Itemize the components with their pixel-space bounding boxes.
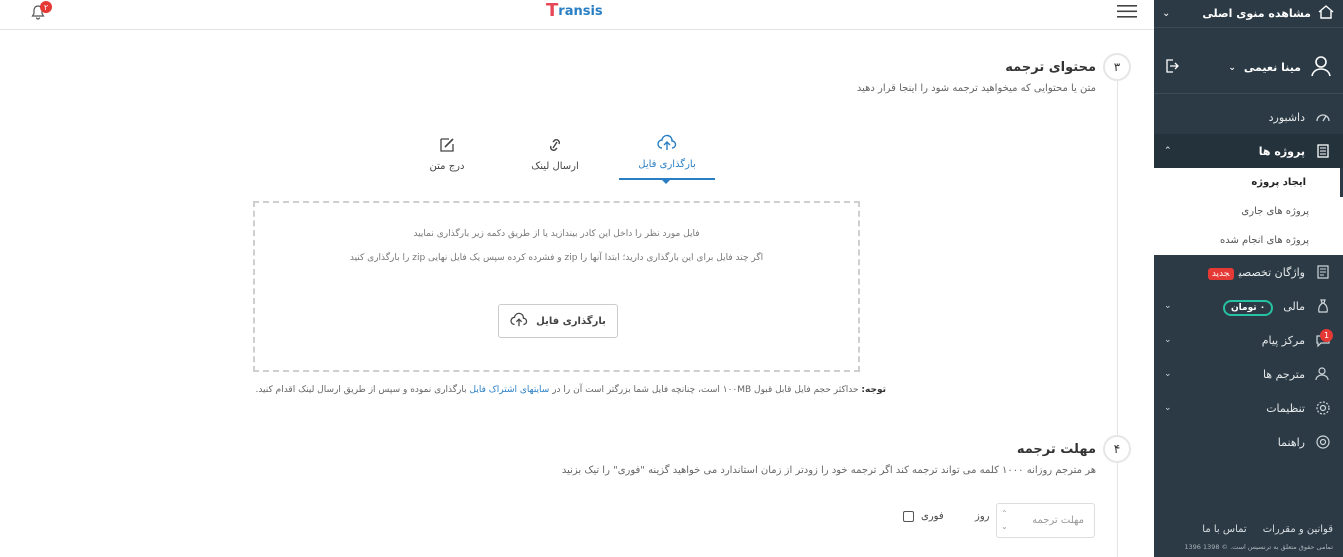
sidebar-item-messages[interactable]: 1 مرکز پیام ⌄ bbox=[1154, 323, 1343, 357]
chevron-down-icon[interactable]: ⌄ bbox=[1001, 520, 1008, 533]
help-icon bbox=[1313, 434, 1333, 450]
sidebar-menu-rest: واژگان تخصصی جدید مالی ۰ تومان ⌄ 1 مرکز پی… bbox=[1154, 255, 1343, 459]
step-number-3: ۳ bbox=[1103, 53, 1131, 81]
section-title-deadline: مهلت ترجمه bbox=[1016, 442, 1096, 457]
dashboard-icon bbox=[1313, 109, 1333, 125]
sidebar: مشاهده منوی اصلی ⌄ مینا نعیمی ⌄ داشبورد … bbox=[1154, 0, 1343, 557]
sidebar-item-help[interactable]: راهنما bbox=[1154, 425, 1343, 459]
user-avatar-icon bbox=[1309, 54, 1333, 81]
cloud-upload-icon bbox=[657, 134, 677, 155]
submenu-completed-projects[interactable]: پروژه های انجام شده bbox=[1154, 226, 1343, 255]
gear-icon bbox=[1313, 400, 1333, 416]
sidebar-item-projects[interactable]: پروژه ها ⌃ bbox=[1154, 134, 1343, 168]
logo-letter: T bbox=[546, 0, 559, 21]
section-title-content: محتوای ترجمه bbox=[1005, 60, 1096, 75]
sidebar-menu: داشبورد پروژه ها ⌃ bbox=[1154, 100, 1343, 168]
link-icon bbox=[545, 136, 565, 157]
sidebar-item-label: داشبورد bbox=[1268, 110, 1305, 124]
sidebar-item-label: راهنما bbox=[1277, 435, 1305, 449]
edit-icon bbox=[437, 136, 457, 157]
sidebar-item-glossary[interactable]: واژگان تخصصی جدید bbox=[1154, 255, 1343, 289]
file-sharing-sites-link[interactable]: سایتهای اشتراک فایل bbox=[470, 385, 550, 395]
upload-file-button[interactable]: بارگذاری فایل bbox=[498, 304, 618, 338]
chevron-up-icon[interactable]: ⌃ bbox=[1001, 507, 1008, 520]
deadline-placeholder: مهلت ترجمه bbox=[1032, 515, 1084, 526]
chevron-down-icon: ⌄ bbox=[1162, 8, 1171, 19]
dropzone-instruction-1: فایل مورد نظر را داخل این کادر بیندازید … bbox=[413, 229, 700, 239]
chevron-down-icon: ⌄ bbox=[1164, 335, 1172, 345]
submenu-current-projects[interactable]: پروژه های جاری bbox=[1154, 197, 1343, 226]
upload-button-label: بارگذاری فایل bbox=[536, 315, 606, 327]
sidebar-item-label: مالی bbox=[1283, 299, 1305, 313]
tab-label: ارسال لینک bbox=[531, 161, 579, 172]
chevron-up-icon: ⌃ bbox=[1164, 146, 1172, 156]
number-stepper[interactable]: ⌃ ⌄ bbox=[1001, 507, 1008, 533]
tab-send-link[interactable]: ارسال لینک bbox=[507, 128, 603, 180]
urgent-label: فوری bbox=[921, 511, 944, 522]
tab-insert-text[interactable]: درج متن bbox=[399, 128, 495, 180]
timeline-line bbox=[1117, 66, 1118, 557]
list-icon bbox=[1313, 264, 1333, 280]
home-icon bbox=[1317, 3, 1335, 24]
note-label: توجه: bbox=[861, 385, 886, 395]
top-header: ۲ T ransis bbox=[0, 0, 1154, 30]
sidebar-item-finance[interactable]: مالی ۰ تومان ⌄ bbox=[1154, 289, 1343, 323]
content-tabs: بارگذاری فایل ارسال لینک درج متن bbox=[410, 128, 716, 184]
note-text-1: حداکثر حجم فایل قابل قبول ۱۰۰MB است، چنا… bbox=[552, 385, 859, 395]
dropzone-instruction-2: اگر چند فایل برای این بارگذاری دارید؛ اب… bbox=[349, 253, 764, 263]
step-number-4: ۴ bbox=[1103, 435, 1131, 463]
money-bag-icon bbox=[1313, 298, 1333, 314]
tab-label: بارگذاری فایل bbox=[638, 159, 696, 170]
sidebar-item-label: تنظیمات bbox=[1266, 401, 1305, 415]
tab-file-upload[interactable]: بارگذاری فایل bbox=[619, 128, 715, 184]
logout-icon[interactable] bbox=[1164, 58, 1180, 78]
new-badge: جدید bbox=[1207, 267, 1234, 280]
sidebar-footer: قوانین و مقررات تماس با ما تمامی حقوق مت… bbox=[1154, 518, 1343, 557]
tab-label: درج متن bbox=[429, 161, 465, 172]
section-subtitle-content: متن یا محتوایی که میخواهید ترجمه شود را … bbox=[856, 83, 1096, 94]
document-icon bbox=[1313, 143, 1333, 159]
projects-submenu: ایجاد پروژه پروژه های جاری پروژه های انج… bbox=[1154, 168, 1343, 255]
sidebar-item-label: مترجم ها bbox=[1262, 367, 1305, 381]
users-icon bbox=[1313, 366, 1333, 382]
sidebar-item-label: مرکز پیام bbox=[1261, 333, 1305, 347]
file-size-note: توجه: حداکثر حجم فایل قابل قبول ۱۰۰MB اس… bbox=[255, 385, 886, 395]
user-name: مینا نعیمی bbox=[1243, 61, 1301, 74]
main-content: ۳ محتوای ترجمه متن یا محتوایی که میخواهی… bbox=[0, 31, 1154, 557]
message-count-badge: 1 bbox=[1320, 329, 1333, 342]
contact-link[interactable]: تماس با ما bbox=[1202, 524, 1246, 535]
copyright-text: تمامی حقوق متعلق به ترنسیس است. © 1398 1… bbox=[1184, 543, 1333, 551]
note-text-2: بارگذاری نموده و سپس از طریق ارسال لینک … bbox=[255, 385, 467, 395]
main-menu-label: مشاهده منوی اصلی bbox=[1202, 7, 1311, 20]
notification-badge: ۲ bbox=[40, 1, 52, 13]
transis-logo[interactable]: T ransis bbox=[546, 2, 603, 20]
chevron-down-icon: ⌄ bbox=[1228, 62, 1236, 73]
hamburger-menu-icon[interactable] bbox=[1117, 3, 1137, 23]
terms-link[interactable]: قوانین و مقررات bbox=[1263, 524, 1333, 535]
balance-badge: ۰ تومان bbox=[1222, 299, 1274, 316]
deadline-unit: روز bbox=[975, 511, 990, 522]
sidebar-item-translators[interactable]: مترجم ها ⌄ bbox=[1154, 357, 1343, 391]
chevron-down-icon: ⌄ bbox=[1164, 301, 1172, 311]
section-subtitle-deadline: هر مترجم روزانه ۱۰۰۰ کلمه می تواند ترجمه… bbox=[561, 465, 1096, 476]
user-profile[interactable]: مینا نعیمی ⌄ bbox=[1154, 42, 1343, 94]
sidebar-item-label: واژگان تخصصی bbox=[1238, 265, 1305, 279]
logo-text: ransis bbox=[558, 4, 603, 19]
submenu-create-project[interactable]: ایجاد پروژه bbox=[1154, 168, 1343, 197]
cloud-upload-icon bbox=[510, 312, 528, 331]
sidebar-item-settings[interactable]: تنظیمات ⌄ bbox=[1154, 391, 1343, 425]
sidebar-item-label: پروژه ها bbox=[1258, 144, 1305, 158]
active-tab-indicator bbox=[661, 179, 671, 184]
main-menu-link[interactable]: مشاهده منوی اصلی ⌄ bbox=[1154, 0, 1343, 28]
chevron-down-icon: ⌄ bbox=[1164, 369, 1172, 379]
urgent-option[interactable]: فوری bbox=[903, 511, 944, 522]
deadline-input[interactable]: مهلت ترجمه ⌃ ⌄ bbox=[996, 503, 1095, 538]
urgent-checkbox[interactable] bbox=[903, 511, 914, 522]
sidebar-item-dashboard[interactable]: داشبورد bbox=[1154, 100, 1343, 134]
file-dropzone[interactable]: فایل مورد نظر را داخل این کادر بیندازید … bbox=[253, 201, 860, 372]
chevron-down-icon: ⌄ bbox=[1164, 403, 1172, 413]
